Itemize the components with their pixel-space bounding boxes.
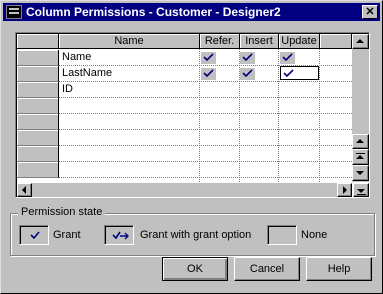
column-name-cell[interactable]: LastName <box>62 66 112 82</box>
scroll-up-icon[interactable] <box>352 34 369 49</box>
check-arrow-icon <box>112 231 129 240</box>
none-label: None <box>301 229 328 241</box>
scroll-down-icon[interactable] <box>352 165 369 181</box>
check-icon[interactable] <box>201 68 216 80</box>
scroll-top-icon[interactable] <box>352 149 369 165</box>
check-icon[interactable] <box>280 52 295 64</box>
grant-label: Grant <box>53 229 81 241</box>
close-icon[interactable]: ✕ <box>362 5 378 19</box>
grant-swatch[interactable] <box>19 225 49 245</box>
row-header[interactable] <box>17 50 59 66</box>
dialog-window: Column Permissions - Customer - Designer… <box>0 0 383 294</box>
scroll-bottom-icon[interactable] <box>353 183 369 197</box>
grant-with-option-swatch[interactable] <box>104 225 134 245</box>
column-header-refer[interactable]: Refer. <box>200 34 240 49</box>
vertical-scrollbar[interactable] <box>352 34 369 182</box>
scroll-left-icon[interactable] <box>17 183 32 197</box>
scroll-right-icon[interactable] <box>337 183 352 197</box>
app-icon <box>6 5 22 19</box>
column-name-cell[interactable]: ID <box>62 82 73 98</box>
row-header[interactable] <box>17 98 59 114</box>
window-title: Column Permissions - Customer - Designer… <box>26 5 281 19</box>
title-bar: Column Permissions - Customer - Designer… <box>3 3 380 21</box>
corner-header <box>17 34 59 49</box>
column-header-empty <box>320 34 352 49</box>
ok-button[interactable]: OK <box>162 257 228 281</box>
column-header-update[interactable]: Update <box>279 34 320 49</box>
row-header[interactable] <box>17 146 59 162</box>
check-icon[interactable] <box>201 52 216 64</box>
scroll-up-icon[interactable] <box>352 134 369 149</box>
row-header[interactable] <box>17 82 59 98</box>
help-button[interactable]: Help <box>306 257 372 281</box>
row-header[interactable] <box>17 162 59 178</box>
horizontal-scrollbar[interactable] <box>17 183 352 197</box>
column-header-insert[interactable]: Insert <box>240 34 279 49</box>
none-swatch[interactable] <box>267 225 297 245</box>
row-header[interactable] <box>17 114 59 130</box>
check-icon[interactable] <box>240 52 255 64</box>
permissions-grid: Name Refer. Insert Update Name LastName … <box>15 32 370 198</box>
permission-state-legend: Permission state <box>18 206 106 218</box>
check-icon[interactable] <box>240 68 255 80</box>
grant-with-option-label: Grant with grant option <box>140 229 252 241</box>
cancel-button[interactable]: Cancel <box>234 257 300 281</box>
column-name-cell[interactable]: Name <box>62 50 91 66</box>
row-header[interactable] <box>17 66 59 82</box>
column-header-name[interactable]: Name <box>59 34 200 49</box>
check-icon[interactable] <box>281 68 296 80</box>
row-header[interactable] <box>17 130 59 146</box>
